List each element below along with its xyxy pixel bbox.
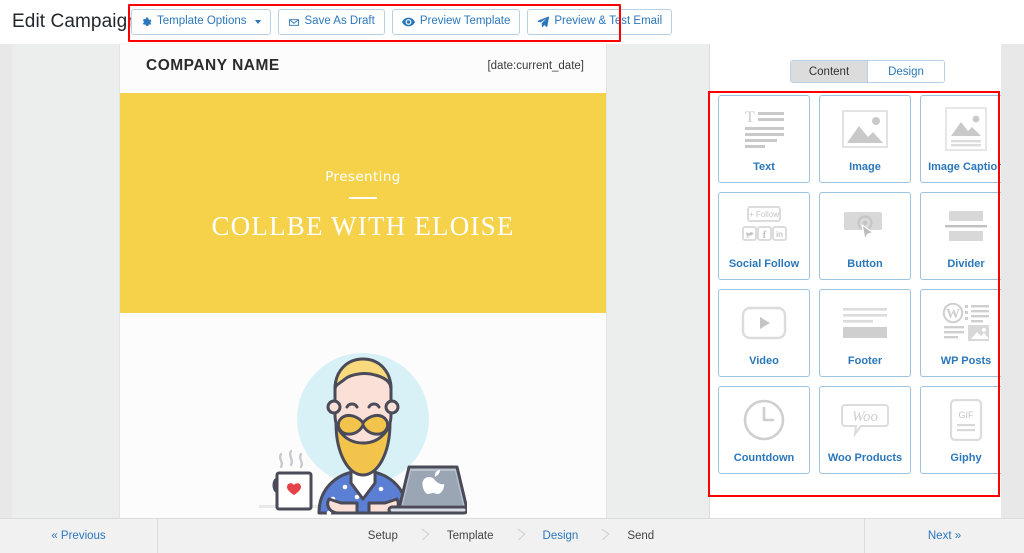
block-card-button[interactable]: Button: [819, 192, 911, 280]
hero-heading-text: COLLBE WITH ELOISE: [120, 211, 606, 242]
svg-text:f: f: [763, 229, 767, 241]
preview-template-label: Preview Template: [420, 16, 511, 28]
panel-right-clip: [1001, 44, 1024, 518]
content-design-toggle: Content Design: [790, 60, 945, 83]
chevron-right-icon: [418, 530, 427, 543]
footer-block-icon: [820, 290, 910, 355]
block-label: Social Follow: [729, 258, 799, 270]
wizard-footer: « Previous Setup Template Design Send Ne…: [0, 518, 1024, 553]
step-template[interactable]: Template: [427, 530, 514, 542]
block-card-footer[interactable]: Footer: [819, 289, 911, 377]
step-design[interactable]: Design: [523, 530, 599, 542]
block-card-divider[interactable]: Divider: [920, 192, 1012, 280]
date-merge-tag: [date:current_date]: [487, 60, 584, 72]
block-card-social-follow[interactable]: + Follow f in Social Follow: [718, 192, 810, 280]
company-name-text: COMPANY NAME: [146, 57, 280, 75]
block-label: Footer: [848, 355, 882, 367]
block-card-countdown[interactable]: Countdown: [718, 386, 810, 474]
preview-template-button[interactable]: Preview Template: [392, 9, 521, 35]
chevron-down-icon: [255, 20, 261, 24]
divider-block-icon: [921, 193, 1011, 258]
hero-content: Presenting COLLBE WITH ELOISE: [120, 169, 606, 242]
save-as-draft-button[interactable]: Save As Draft: [278, 9, 385, 35]
block-card-text[interactable]: T Text: [718, 95, 810, 183]
panel-tabs: Content Design: [711, 60, 1024, 83]
svg-text:in: in: [776, 230, 783, 239]
block-label: Giphy: [950, 452, 981, 464]
previous-button[interactable]: « Previous: [0, 519, 158, 553]
preview-and-test-email-label: Preview & Test Email: [554, 16, 662, 28]
step-send[interactable]: Send: [607, 530, 674, 542]
top-bar: Edit Campaign Template Options Save As D…: [0, 0, 1024, 44]
tab-design[interactable]: Design: [868, 61, 944, 82]
block-label: Image: [849, 161, 881, 173]
app-root: Edit Campaign Template Options Save As D…: [0, 0, 1024, 553]
block-card-image-caption[interactable]: Image Caption: [920, 95, 1012, 183]
block-label: Divider: [947, 258, 984, 270]
man-with-laptop-and-coffee-illustration: [259, 327, 467, 518]
email-body-block[interactable]: [120, 313, 606, 518]
block-label: Text: [753, 161, 775, 173]
svg-text:Woo: Woo: [852, 409, 879, 425]
next-label: Next »: [928, 530, 961, 542]
canvas-left-gutter: [0, 44, 12, 518]
svg-text:+ Follow: + Follow: [749, 210, 779, 219]
content-blocks-panel: Content Design T: [711, 44, 1024, 518]
wp-posts-block-icon: W: [921, 290, 1011, 355]
woo-products-block-icon: Woo: [820, 387, 910, 452]
next-button[interactable]: Next »: [864, 519, 1024, 553]
hero-divider-rule: [349, 197, 377, 199]
block-label: Countdown: [734, 452, 794, 464]
email-header-block[interactable]: COMPANY NAME [date:current_date]: [120, 44, 606, 93]
save-as-draft-label: Save As Draft: [305, 16, 375, 28]
social-follow-block-icon: + Follow f in: [719, 193, 809, 258]
text-block-icon: T: [719, 96, 809, 161]
page-title: Edit Campaign: [12, 11, 138, 33]
eye-icon: [402, 17, 415, 27]
chevron-right-icon: [514, 530, 523, 543]
block-card-video[interactable]: Video: [718, 289, 810, 377]
block-label: Woo Products: [828, 452, 902, 464]
block-label: Video: [749, 355, 779, 367]
button-block-icon: [820, 193, 910, 258]
email-preview-sheet[interactable]: COMPANY NAME [date:current_date] Present…: [120, 44, 606, 518]
paper-plane-icon: [537, 16, 549, 28]
template-options-button[interactable]: Template Options: [131, 9, 271, 35]
hero-eyebrow-text: Presenting: [120, 169, 606, 185]
block-label: Image Caption: [928, 161, 1004, 173]
chevron-right-icon: [598, 530, 607, 543]
block-card-image[interactable]: Image: [819, 95, 911, 183]
block-card-wp-posts[interactable]: W W: [920, 289, 1012, 377]
svg-text:GIF: GIF: [959, 410, 975, 420]
svg-text:W: W: [946, 307, 960, 322]
image-block-icon: [820, 96, 910, 161]
wizard-steps: Setup Template Design Send: [158, 519, 864, 553]
block-card-woo-products[interactable]: Woo Woo Products: [819, 386, 911, 474]
block-label: WP Posts: [941, 355, 992, 367]
template-toolbar: Template Options Save As Draft Preview T…: [131, 9, 672, 35]
step-setup[interactable]: Setup: [348, 530, 418, 542]
preview-and-test-email-button[interactable]: Preview & Test Email: [527, 9, 672, 35]
email-canvas: COMPANY NAME [date:current_date] Present…: [12, 44, 710, 518]
email-hero-block[interactable]: Presenting COLLBE WITH ELOISE: [120, 93, 606, 313]
image-caption-block-icon: [921, 96, 1011, 161]
giphy-block-icon: GIF: [921, 387, 1011, 452]
template-options-label: Template Options: [157, 16, 247, 28]
svg-text:T: T: [745, 109, 755, 126]
block-card-giphy[interactable]: GIF Giphy: [920, 386, 1012, 474]
block-label: Button: [847, 258, 882, 270]
tab-content[interactable]: Content: [791, 61, 867, 82]
gear-icon: [141, 17, 152, 28]
previous-label: « Previous: [51, 530, 105, 542]
video-block-icon: [719, 290, 809, 355]
block-grid: T Text: [714, 95, 1024, 474]
countdown-block-icon: [719, 387, 809, 452]
save-cloud-icon: [288, 17, 300, 28]
